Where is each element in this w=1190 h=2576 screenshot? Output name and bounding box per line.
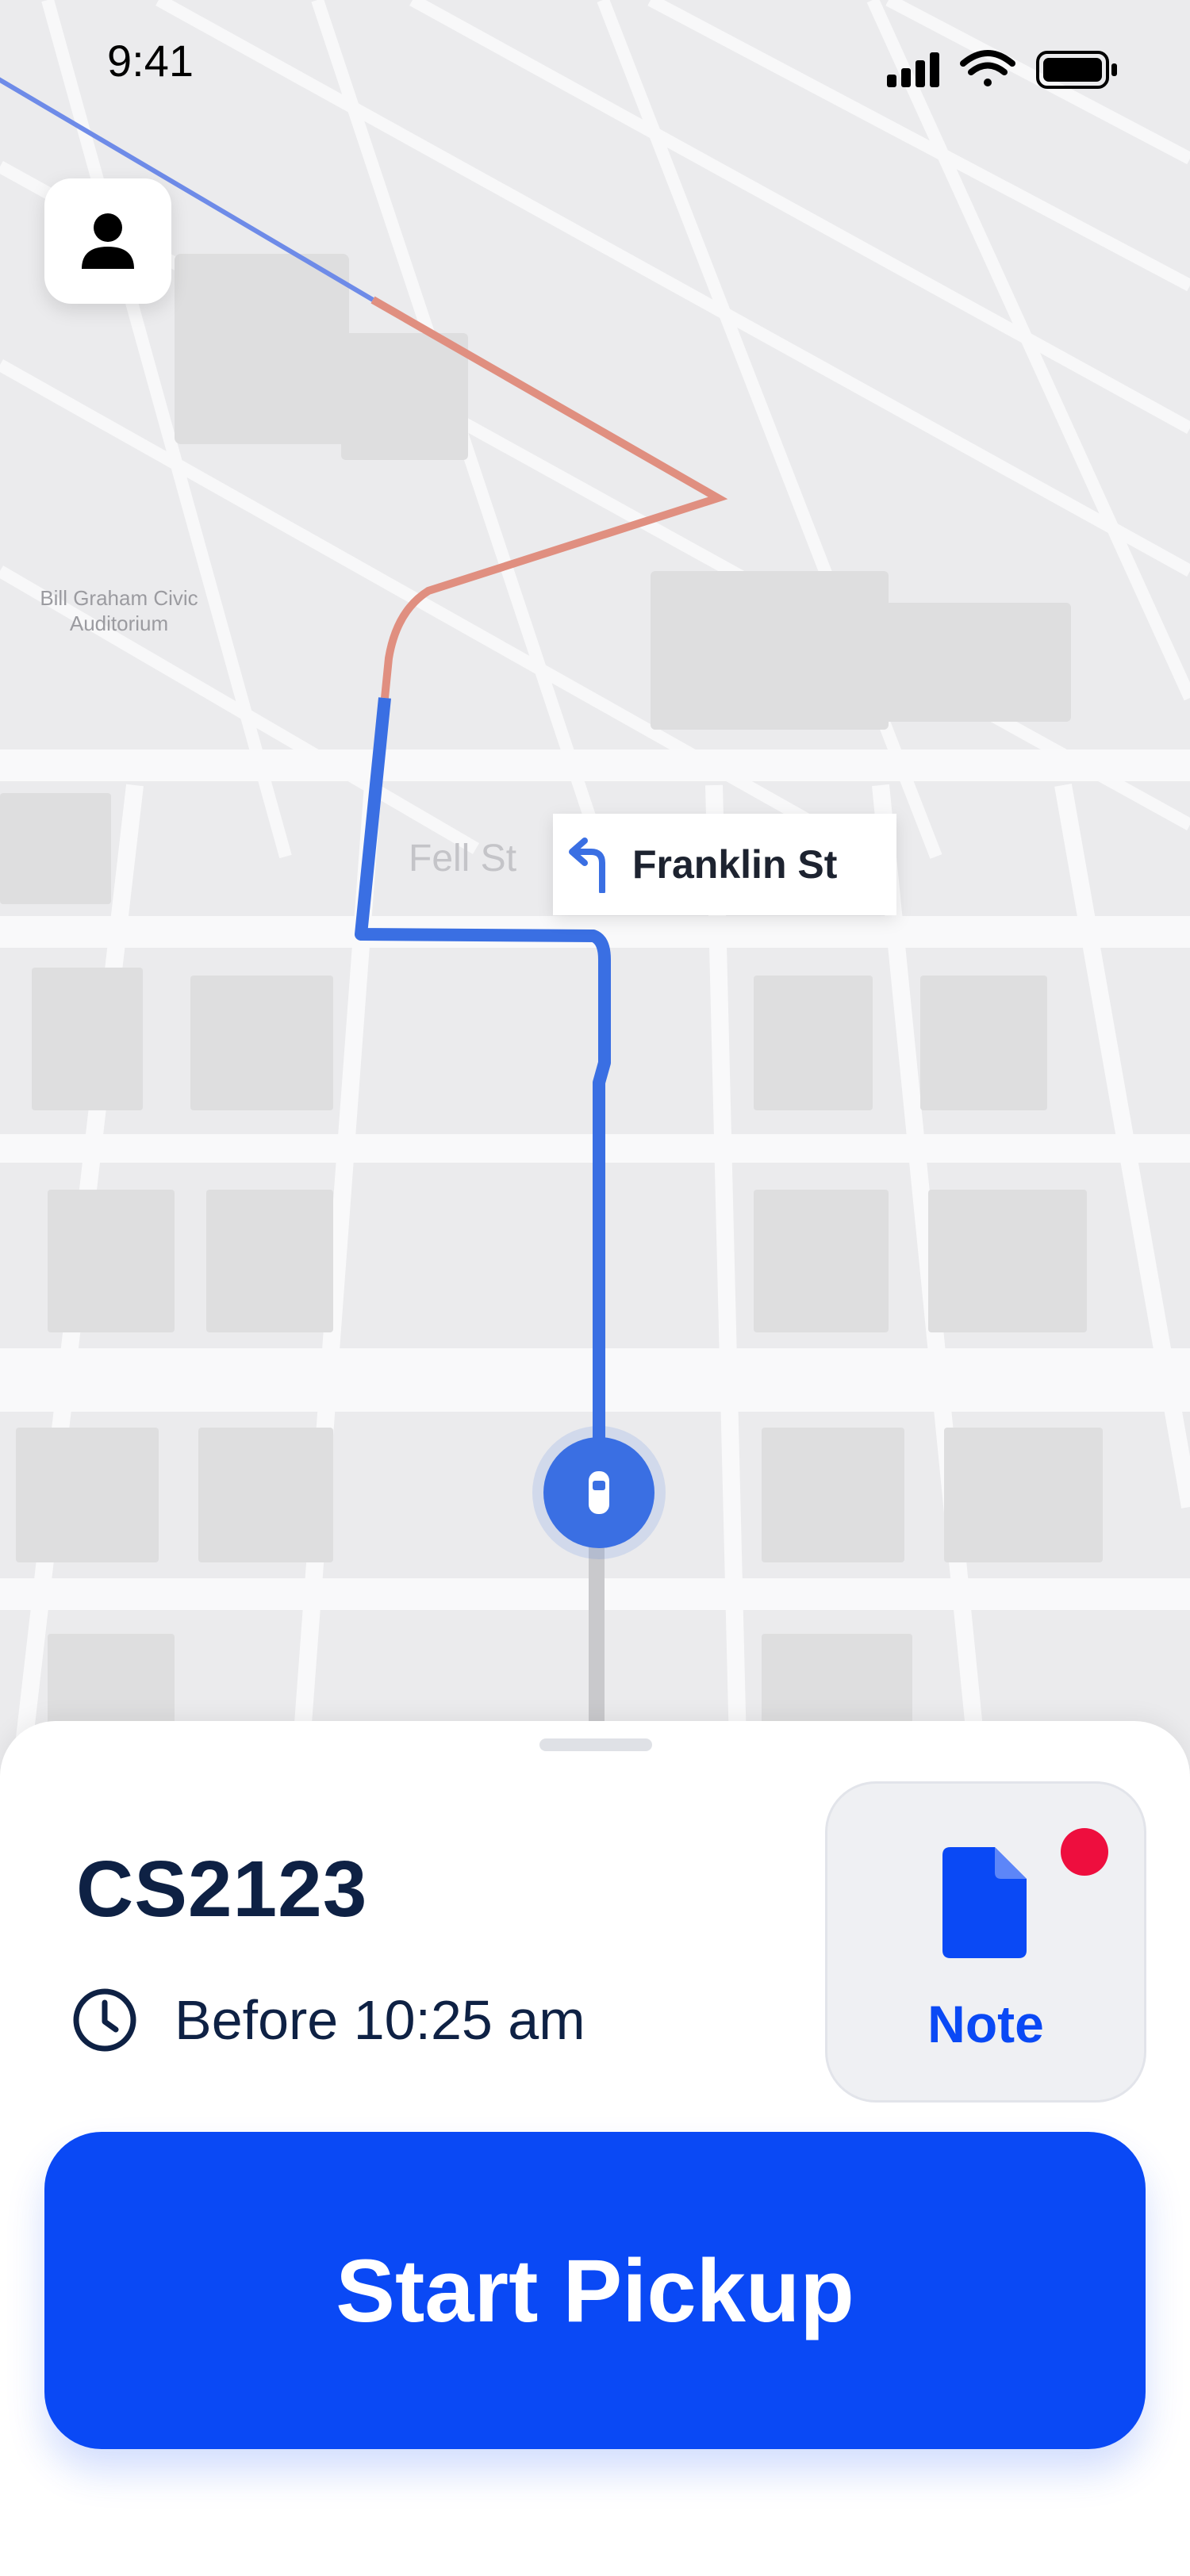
start-pickup-label: Start Pickup bbox=[336, 2241, 854, 2340]
status-bar: 9:41 bbox=[0, 0, 1190, 119]
next-turn-callout: Franklin St bbox=[553, 814, 896, 915]
order-id: CS2123 bbox=[76, 1845, 368, 1934]
map-street-label-fell: Fell St bbox=[409, 838, 517, 880]
note-button[interactable]: Note bbox=[825, 1781, 1146, 2103]
sheet-grabber[interactable] bbox=[539, 1738, 652, 1751]
deadline-row: Before 10:25 am bbox=[71, 1987, 585, 2053]
signal-icon bbox=[887, 52, 939, 87]
pickup-sheet: CS2123 Before 10:25 am Note Start Pickup bbox=[0, 1721, 1190, 2576]
turn-left-icon bbox=[569, 838, 605, 893]
status-time: 9:41 bbox=[107, 36, 194, 86]
deadline-text: Before 10:25 am bbox=[175, 1989, 585, 2051]
note-label: Note bbox=[927, 1995, 1044, 2053]
battery-icon bbox=[1036, 51, 1117, 89]
current-location-marker bbox=[532, 1426, 666, 1559]
clock-icon bbox=[73, 1988, 136, 2052]
map-poi-label: Bill Graham Civic Auditorium bbox=[40, 586, 198, 635]
start-pickup-button[interactable]: Start Pickup bbox=[44, 2132, 1146, 2449]
unread-badge bbox=[1061, 1828, 1108, 1876]
wifi-icon bbox=[960, 50, 1015, 86]
profile-button[interactable] bbox=[44, 178, 171, 304]
person-icon bbox=[82, 213, 134, 269]
document-icon bbox=[942, 1847, 1027, 1958]
next-turn-street: Franklin St bbox=[632, 842, 838, 887]
status-icons bbox=[887, 50, 1117, 89]
